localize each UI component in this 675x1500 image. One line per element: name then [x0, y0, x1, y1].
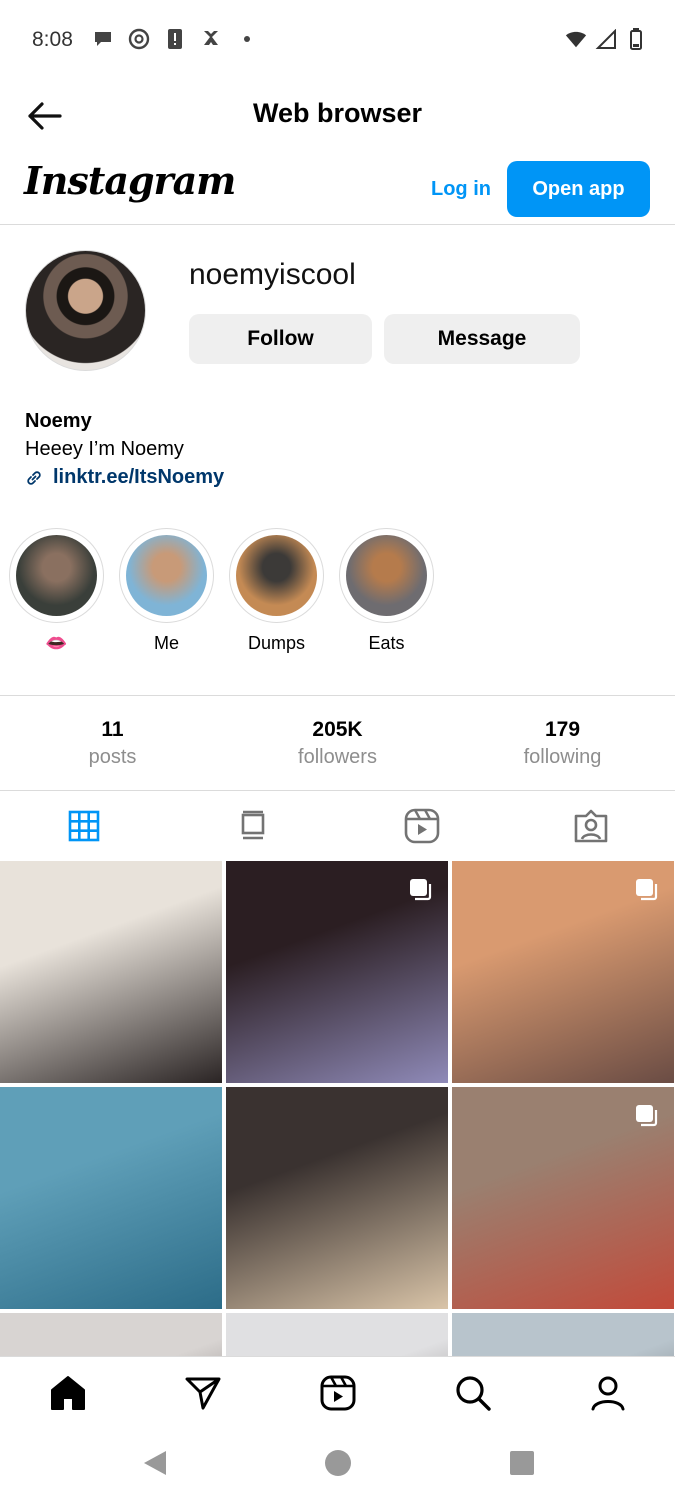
post-tile[interactable]	[0, 861, 222, 1083]
profile-tabs	[0, 791, 675, 860]
highlight-ring	[229, 528, 324, 623]
post-tile[interactable]	[452, 1313, 674, 1356]
post-tile[interactable]	[452, 1087, 674, 1309]
carousel-icon	[410, 879, 432, 901]
highlight-label: Me	[153, 633, 179, 653]
profile-bio: Heeey I’m Noemy	[25, 438, 184, 460]
stat-followers[interactable]: 205K followers	[225, 696, 450, 790]
nav-search[interactable]	[405, 1357, 540, 1428]
login-link[interactable]: Log in	[431, 178, 491, 201]
tab-feed[interactable]	[169, 791, 338, 860]
highlight-item[interactable]: Eats	[339, 528, 434, 655]
story-highlights: 👄 Me Dumps Eats	[9, 528, 434, 655]
post-tile[interactable]	[452, 861, 674, 1083]
highlight-ring	[9, 528, 104, 623]
link-icon	[27, 470, 41, 485]
circle-home-icon	[325, 1450, 351, 1476]
signal-icon	[595, 28, 617, 50]
post-tile[interactable]	[0, 1087, 222, 1309]
highlight-item[interactable]: Me	[119, 528, 214, 655]
tagged-icon	[574, 809, 607, 842]
post-tile[interactable]	[226, 861, 448, 1083]
post-tile[interactable]	[0, 1313, 222, 1356]
stat-number: 205K	[312, 718, 363, 741]
system-status-icons	[565, 28, 647, 50]
search-icon	[455, 1375, 491, 1411]
profile-stats: 11 posts 205K followers 179 following	[0, 695, 675, 791]
stat-number: 11	[101, 718, 124, 741]
status-time: 8:08	[32, 28, 73, 51]
system-recents-button[interactable]	[508, 1448, 536, 1483]
stat-posts[interactable]: 11 posts	[0, 696, 225, 790]
highlight-item[interactable]: Dumps	[229, 528, 324, 655]
instagram-logo[interactable]: Instagram	[24, 158, 236, 203]
bio-link-text: linktr.ee/ItsNoemy	[53, 466, 225, 488]
tab-reels[interactable]	[338, 791, 507, 860]
reels-icon	[404, 808, 440, 843]
highlight-ring	[339, 528, 434, 623]
highlight-thumbnail	[236, 535, 317, 616]
system-back-button[interactable]	[140, 1448, 168, 1483]
highlight-label: 👄	[45, 633, 68, 653]
post-grid	[0, 861, 675, 1356]
profile-icon	[591, 1376, 624, 1410]
profile-display-name: Noemy	[25, 410, 92, 432]
triangle-back-icon	[144, 1451, 166, 1475]
highlight-thumbnail	[346, 535, 427, 616]
status-bar: 8:08	[0, 0, 675, 80]
post-tile[interactable]	[226, 1087, 448, 1309]
stat-label: posts	[88, 746, 137, 768]
highlight-label: Dumps	[247, 633, 305, 653]
bottom-nav	[0, 1356, 675, 1428]
nav-home[interactable]	[0, 1357, 135, 1428]
highlight-label: Eats	[368, 633, 405, 653]
highlight-thumbnail	[126, 535, 207, 616]
highlight-ring	[119, 528, 214, 623]
post-tile[interactable]	[226, 1313, 448, 1356]
highlight-item[interactable]: 👄	[9, 528, 104, 655]
nav-reels[interactable]	[270, 1357, 405, 1428]
carousel-icon	[636, 1105, 658, 1127]
tab-grid[interactable]	[0, 791, 169, 860]
notification-icons	[92, 28, 258, 50]
dot-icon	[236, 28, 258, 50]
stat-label: followers	[298, 746, 377, 768]
message-button[interactable]: Message	[384, 314, 580, 364]
alert-icon	[164, 28, 186, 50]
feed-icon	[241, 810, 265, 839]
square-recents-icon	[510, 1451, 534, 1475]
app-notification-icon	[200, 28, 222, 50]
bio-link[interactable]: linktr.ee/ItsNoemy	[25, 466, 224, 489]
battery-icon	[625, 28, 647, 50]
wifi-icon	[565, 28, 587, 50]
app-bar: Web browser	[0, 80, 675, 150]
stat-number: 179	[544, 718, 581, 741]
follow-button[interactable]: Follow	[189, 314, 372, 364]
home-icon	[50, 1375, 85, 1410]
nav-direct[interactable]	[135, 1357, 270, 1428]
instagram-header: Instagram Log in Open app	[0, 150, 675, 225]
chat-icon	[92, 28, 114, 50]
page-title: Web browser	[252, 98, 423, 128]
reels-icon	[320, 1375, 355, 1410]
tab-tagged[interactable]	[506, 791, 675, 860]
open-app-button[interactable]: Open app	[507, 161, 650, 217]
threads-icon	[128, 28, 150, 50]
profile-username: noemyiscool	[189, 258, 356, 291]
grid-icon	[69, 810, 100, 841]
stat-label: following	[523, 746, 602, 768]
stat-following[interactable]: 179 following	[450, 696, 675, 790]
highlight-thumbnail	[16, 535, 97, 616]
nav-profile[interactable]	[540, 1357, 675, 1428]
profile-avatar[interactable]	[25, 250, 146, 371]
system-home-button[interactable]	[324, 1448, 352, 1483]
system-nav	[0, 1428, 675, 1500]
carousel-icon	[636, 879, 658, 901]
paper-plane-icon	[185, 1377, 220, 1409]
